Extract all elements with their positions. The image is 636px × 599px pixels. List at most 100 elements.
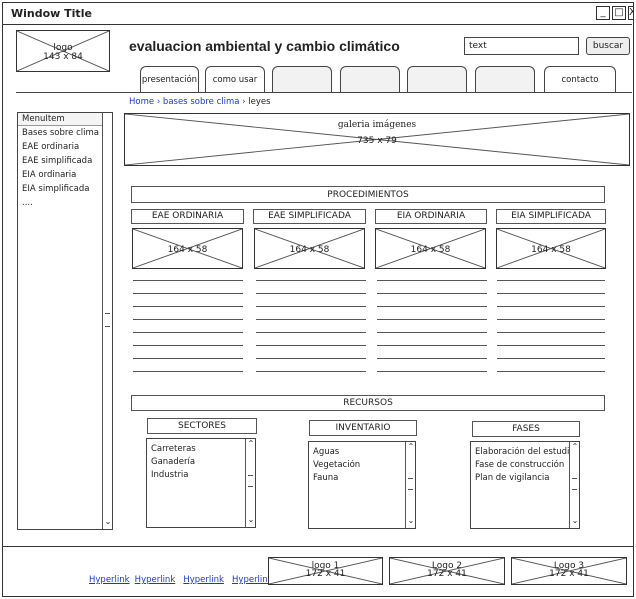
placeholder-text-line: [497, 280, 605, 281]
sidebar-menu: MenuItem Bases sobre clima EAE ordinaria…: [17, 112, 113, 530]
scroll-down-icon[interactable]: ⌄: [570, 516, 580, 525]
sidebar-item-bases-clima[interactable]: Bases sobre clima: [18, 127, 99, 140]
list-item[interactable]: Ganadería: [147, 456, 195, 469]
placeholder-text-line: [256, 319, 366, 320]
list-item[interactable]: Plan de vigilancia: [471, 472, 549, 485]
procedimientos-title: PROCEDIMIENTOS: [131, 186, 605, 203]
scroll-down-icon[interactable]: ⌄: [103, 517, 113, 526]
placeholder-text-line: [133, 280, 243, 281]
close-icon[interactable]: X: [628, 6, 634, 20]
image-size: 164 x 58: [410, 245, 451, 255]
sidebar-scrollbar[interactable]: ⌄: [102, 113, 112, 529]
placeholder-text-line: [377, 345, 487, 346]
sidebar-item-more[interactable]: ....: [18, 197, 33, 210]
tab-divider: [16, 92, 632, 93]
placeholder-text-line: [377, 319, 487, 320]
search-input[interactable]: text: [464, 37, 579, 55]
list-scrollbar[interactable]: ⌃ ⌄: [405, 442, 415, 528]
gallery-label: galeria imágenes: [337, 120, 417, 130]
breadcrumb-separator: ›: [156, 97, 161, 107]
image-size: 164 x 58: [167, 245, 208, 255]
placeholder-text-line: [377, 293, 487, 294]
breadcrumb-separator: ›: [242, 97, 246, 107]
scrollbar-grip-icon[interactable]: [572, 478, 577, 490]
breadcrumb: Home › bases sobre clima › leyes: [129, 97, 271, 107]
list-item[interactable]: Vegetación: [309, 459, 360, 472]
footer-link[interactable]: Hyperlink: [232, 575, 273, 585]
page-title: evaluacion ambiental y cambio climático: [129, 38, 400, 54]
logo-size: 172 x 41: [305, 569, 346, 579]
list-item[interactable]: Elaboración del estudio: [471, 446, 575, 459]
sidebar-header: MenuItem: [18, 113, 102, 126]
title-bar: Window Title: [3, 3, 632, 25]
scroll-down-icon[interactable]: ⌄: [406, 516, 416, 525]
inventario-listbox[interactable]: Aguas Vegetación Fauna ⌃ ⌄: [308, 441, 416, 529]
column-image: 164 x 58: [375, 228, 486, 269]
logo-size: 172 x 41: [549, 569, 589, 579]
placeholder-text-line: [256, 306, 366, 307]
minimize-icon[interactable]: _: [596, 6, 610, 20]
tab-presentacion[interactable]: presentación: [140, 66, 199, 92]
scrollbar-grip-icon[interactable]: [248, 475, 253, 487]
logo-size: 143 x 84: [43, 52, 83, 62]
tab-empty-4[interactable]: [475, 66, 535, 92]
sidebar-item-eia-simplificada[interactable]: EIA simplificada: [18, 183, 89, 196]
placeholder-text-line: [497, 319, 605, 320]
placeholder-text-line: [497, 345, 605, 346]
image-gallery[interactable]: galeria imágenes 735 x 79: [124, 113, 630, 166]
placeholder-text-line: [377, 358, 487, 359]
sidebar-item-eia-ordinaria[interactable]: EIA ordinaria: [18, 169, 76, 182]
column-image: 164 x 58: [254, 228, 365, 269]
image-size: 164 x 58: [289, 245, 330, 255]
placeholder-text-line: [256, 293, 366, 294]
gallery-size: 735 x 79: [357, 136, 397, 146]
placeholder-text-line: [133, 358, 243, 359]
column-title-eae-ordinaria: EAE ORDINARIA: [131, 209, 244, 224]
footer-link[interactable]: Hyperlink: [135, 575, 176, 585]
list-item[interactable]: Fase de construcción: [471, 459, 564, 472]
footer-link[interactable]: Hyperlink: [183, 575, 224, 585]
tab-contacto[interactable]: contacto: [544, 66, 616, 92]
list-item[interactable]: Fauna: [309, 472, 338, 485]
column-title-eae-simplificada: EAE SIMPLIFICADA: [253, 209, 366, 224]
list-item[interactable]: Industria: [147, 469, 189, 482]
placeholder-text-line: [133, 345, 243, 346]
logo-size: 172 x 41: [427, 569, 467, 579]
column-title-eia-simplificada: EIA SIMPLIFICADA: [496, 209, 606, 224]
breadcrumb-current: leyes: [248, 97, 271, 107]
tab-empty-3[interactable]: [407, 66, 467, 92]
scroll-up-icon[interactable]: ⌃: [246, 439, 256, 448]
window-title: Window Title: [11, 7, 92, 20]
fases-listbox[interactable]: Elaboración del estudio Fase de construc…: [470, 441, 580, 529]
footer-divider: [2, 546, 634, 547]
list-item[interactable]: Aguas: [309, 446, 339, 459]
sectores-listbox[interactable]: Carreteras Ganadería Industria ⌃ ⌄: [146, 438, 256, 528]
breadcrumb-parent[interactable]: bases sobre clima: [163, 97, 240, 107]
footer-link[interactable]: Hyperlink: [89, 575, 130, 585]
placeholder-text-line: [497, 358, 605, 359]
placeholder-text-line: [377, 371, 487, 372]
scrollbar-grip-icon[interactable]: [408, 478, 413, 490]
scroll-down-icon[interactable]: ⌄: [246, 515, 256, 524]
scroll-up-icon[interactable]: ⌃: [570, 442, 580, 451]
list-scrollbar[interactable]: ⌃ ⌄: [569, 442, 579, 528]
tab-empty-1[interactable]: [272, 66, 332, 92]
sidebar-item-eae-simplificada[interactable]: EAE simplificada: [18, 155, 92, 168]
maximize-icon[interactable]: □: [612, 6, 626, 20]
list-scrollbar[interactable]: ⌃ ⌄: [245, 439, 255, 527]
sidebar-item-eae-ordinaria[interactable]: EAE ordinaria: [18, 141, 79, 154]
tab-empty-2[interactable]: [340, 66, 400, 92]
inventario-title: INVENTARIO: [309, 420, 417, 436]
placeholder-text-line: [256, 371, 366, 372]
placeholder-text-line: [133, 306, 243, 307]
list-item[interactable]: Carreteras: [147, 443, 196, 456]
recursos-title: RECURSOS: [131, 395, 605, 411]
placeholder-text-line: [497, 306, 605, 307]
placeholder-text-line: [133, 371, 243, 372]
breadcrumb-home[interactable]: Home: [129, 97, 154, 107]
tab-como-usar[interactable]: como usar: [205, 66, 265, 92]
column-image: 164 x 58: [496, 228, 606, 269]
scrollbar-grip-icon[interactable]: [105, 313, 110, 327]
scroll-up-icon[interactable]: ⌃: [406, 442, 416, 451]
search-button[interactable]: buscar: [586, 37, 630, 55]
